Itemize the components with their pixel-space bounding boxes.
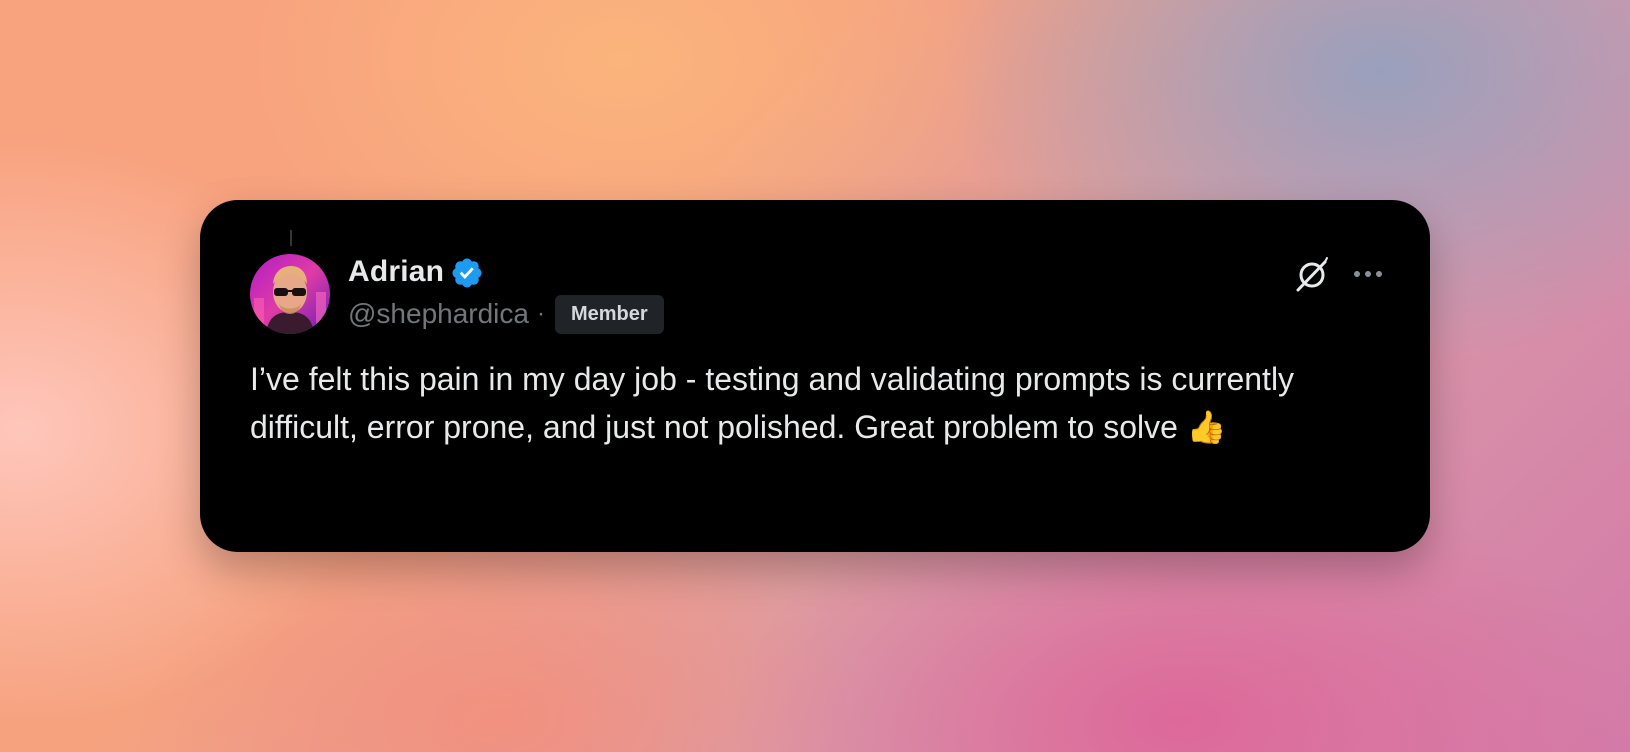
tweet-card: Adrian @shephardica · Member I’ve felt t…: [200, 200, 1430, 552]
handle-row: @shephardica · Member: [348, 294, 664, 334]
avatar-photo: [250, 254, 330, 334]
author-handle[interactable]: @shephardica: [348, 298, 529, 330]
thread-line: [290, 230, 292, 246]
grok-icon[interactable]: [1292, 254, 1332, 294]
member-badge: Member: [554, 294, 664, 334]
more-icon[interactable]: [1348, 254, 1388, 294]
verified-badge-icon: [452, 258, 482, 288]
tweet-text: I’ve felt this pain in my day job - test…: [250, 361, 1295, 445]
avatar[interactable]: [250, 254, 330, 334]
separator-dot: ·: [536, 300, 545, 327]
author-name[interactable]: Adrian: [348, 255, 444, 289]
